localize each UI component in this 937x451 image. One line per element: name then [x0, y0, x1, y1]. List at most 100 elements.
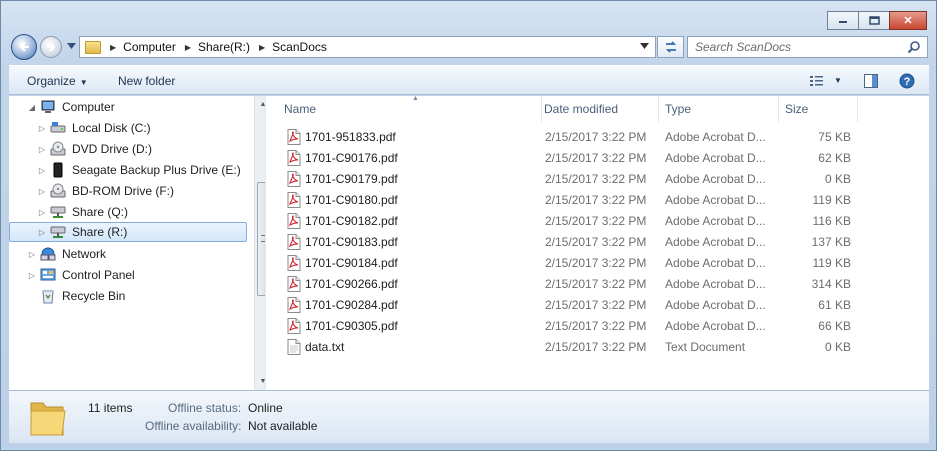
text-file-icon: [287, 339, 301, 355]
file-row[interactable]: 1701-C90176.pdf 2/15/2017 3:22 PM Adobe Ac…: [270, 148, 929, 169]
file-row[interactable]: 1701-C90284.pdf 2/15/2017 3:22 PM Adobe Ac…: [270, 295, 929, 316]
collapsed-arrow-icon[interactable]: ▷: [37, 145, 47, 154]
collapsed-arrow-icon[interactable]: ▷: [37, 166, 47, 175]
breadcrumb-separator-icon[interactable]: ▶: [110, 43, 116, 52]
file-type: Adobe Acrobat D...: [665, 172, 766, 186]
tree-item-dvd-drive-d[interactable]: ▷ DVD Drive (D:): [37, 139, 152, 159]
expanded-arrow-icon[interactable]: ◢: [27, 103, 37, 112]
search-icon[interactable]: [907, 40, 921, 54]
breadcrumb-computer[interactable]: Computer: [123, 40, 176, 54]
column-header-label: Name: [284, 102, 317, 116]
breadcrumb-scandocs[interactable]: ScanDocs: [272, 40, 327, 54]
help-icon[interactable]: ?: [899, 73, 915, 89]
column-header-name[interactable]: Name ▲: [278, 95, 542, 122]
close-button[interactable]: ✕: [889, 11, 927, 30]
file-type: Adobe Acrobat D...: [665, 130, 766, 144]
file-type: Adobe Acrobat D...: [665, 298, 766, 312]
tree-item-recycle-bin[interactable]: Recycle Bin: [37, 286, 125, 306]
file-row[interactable]: 1701-C90179.pdf 2/15/2017 3:22 PM Adobe Ac…: [270, 169, 929, 190]
tree-item-seagate-e[interactable]: ▷ Seagate Backup Plus Drive (E:): [37, 160, 241, 180]
view-options-dropdown-icon[interactable]: ▼: [834, 76, 842, 85]
file-name[interactable]: 1701-C90176.pdf: [305, 151, 398, 165]
file-size: 75 KB: [818, 130, 851, 144]
file-name[interactable]: data.txt: [305, 340, 344, 354]
collapsed-arrow-icon[interactable]: ▷: [37, 208, 47, 217]
breadcrumb-share-r[interactable]: Share(R:): [198, 40, 250, 54]
file-name[interactable]: 1701-C90305.pdf: [305, 319, 398, 333]
search-input[interactable]: [688, 37, 898, 57]
back-arrow-icon: [19, 42, 29, 52]
tree-item-control-panel[interactable]: ▷ Control Panel: [27, 265, 135, 285]
command-bar: Organize ▼ New folder ▼ ?: [9, 65, 929, 95]
file-type: Adobe Acrobat D...: [665, 151, 766, 165]
file-date-modified: 2/15/2017 3:22 PM: [545, 130, 647, 144]
organize-button[interactable]: Organize ▼: [27, 74, 88, 88]
file-row[interactable]: data.txt 2/15/2017 3:22 PM Text Document 0 …: [270, 337, 929, 358]
tree-item-label: Local Disk (C:): [72, 121, 151, 135]
file-size: 61 KB: [818, 298, 851, 312]
view-options-icon[interactable]: [809, 73, 825, 89]
file-size: 62 KB: [818, 151, 851, 165]
maximize-button[interactable]: [858, 11, 890, 30]
forward-button[interactable]: [40, 36, 62, 58]
network-drive-icon: [50, 206, 66, 218]
column-header-type[interactable]: Type: [659, 96, 779, 122]
tree-item-network[interactable]: ▷ Network: [27, 244, 106, 264]
file-size: 66 KB: [818, 319, 851, 333]
column-header-size[interactable]: Size: [779, 96, 858, 122]
navigation-pane: ◢ Computer ▷ Local Disk (C:) ▷ DVD Drive…: [9, 96, 271, 390]
column-header-date-modified[interactable]: Date modified: [538, 96, 659, 122]
file-date-modified: 2/15/2017 3:22 PM: [545, 235, 647, 249]
address-dropdown-icon[interactable]: [640, 42, 649, 51]
collapsed-arrow-icon[interactable]: ▷: [37, 187, 47, 196]
collapsed-arrow-icon[interactable]: ▷: [37, 228, 47, 237]
back-button[interactable]: [11, 34, 37, 60]
tree-item-bd-rom-f[interactable]: ▷ BD-ROM Drive (F:): [37, 181, 174, 201]
recent-pages-dropdown[interactable]: [67, 42, 76, 51]
file-row[interactable]: 1701-C90182.pdf 2/15/2017 3:22 PM Adobe Ac…: [270, 211, 929, 232]
breadcrumb-separator-icon[interactable]: ▶: [259, 43, 265, 52]
pdf-icon: [287, 255, 301, 271]
control-panel-icon: [40, 268, 56, 281]
pdf-icon: [287, 150, 301, 166]
file-date-modified: 2/15/2017 3:22 PM: [545, 214, 647, 228]
sort-ascending-icon: ▲: [412, 95, 419, 102]
dvd-drive-icon: [50, 141, 66, 156]
collapsed-arrow-icon[interactable]: ▷: [27, 271, 37, 280]
tree-item-computer[interactable]: ◢ Computer: [27, 97, 115, 117]
collapsed-arrow-icon[interactable]: ▷: [27, 250, 37, 259]
tree-item-share-q[interactable]: ▷ Share (Q:): [37, 202, 128, 222]
preview-pane-icon[interactable]: [863, 73, 879, 89]
new-folder-button[interactable]: New folder: [118, 74, 175, 88]
file-name[interactable]: 1701-C90266.pdf: [305, 277, 398, 291]
minimize-button[interactable]: [827, 11, 859, 30]
file-name[interactable]: 1701-C90183.pdf: [305, 235, 398, 249]
tree-item-local-disk-c[interactable]: ▷ Local Disk (C:): [37, 118, 151, 138]
file-row[interactable]: 1701-C90180.pdf 2/15/2017 3:22 PM Adobe Ac…: [270, 190, 929, 211]
file-date-modified: 2/15/2017 3:22 PM: [545, 172, 647, 186]
file-name[interactable]: 1701-C90184.pdf: [305, 256, 398, 270]
refresh-button[interactable]: [657, 36, 684, 58]
search-box[interactable]: [687, 36, 928, 58]
file-row[interactable]: 1701-C90184.pdf 2/15/2017 3:22 PM Adobe Ac…: [270, 253, 929, 274]
address-bar[interactable]: ▶ Computer ▶ Share(R:) ▶ ScanDocs: [79, 36, 656, 58]
file-date-modified: 2/15/2017 3:22 PM: [545, 256, 647, 270]
breadcrumb-separator-icon[interactable]: ▶: [185, 43, 191, 52]
collapsed-arrow-icon[interactable]: ▷: [37, 124, 47, 133]
file-name[interactable]: 1701-951833.pdf: [305, 130, 396, 144]
file-name[interactable]: 1701-C90179.pdf: [305, 172, 398, 186]
file-row[interactable]: 1701-C90183.pdf 2/15/2017 3:22 PM Adobe Ac…: [270, 232, 929, 253]
file-size: 119 KB: [812, 193, 851, 207]
file-name[interactable]: 1701-C90180.pdf: [305, 193, 398, 207]
file-size: 116 KB: [812, 214, 851, 228]
file-row[interactable]: 1701-C90266.pdf 2/15/2017 3:22 PM Adobe Ac…: [270, 274, 929, 295]
pdf-icon: [287, 129, 301, 145]
minimize-icon: [839, 20, 847, 23]
file-row[interactable]: 1701-C90305.pdf 2/15/2017 3:22 PM Adobe Ac…: [270, 316, 929, 337]
file-name[interactable]: 1701-C90182.pdf: [305, 214, 398, 228]
pdf-icon: [287, 297, 301, 313]
tree-item-share-r[interactable]: ▷ Share (R:): [9, 222, 247, 242]
chevron-down-icon: ▼: [79, 78, 88, 87]
file-row[interactable]: 1701-951833.pdf 2/15/2017 3:22 PM Adobe Ac…: [270, 127, 929, 148]
file-name[interactable]: 1701-C90284.pdf: [305, 298, 398, 312]
